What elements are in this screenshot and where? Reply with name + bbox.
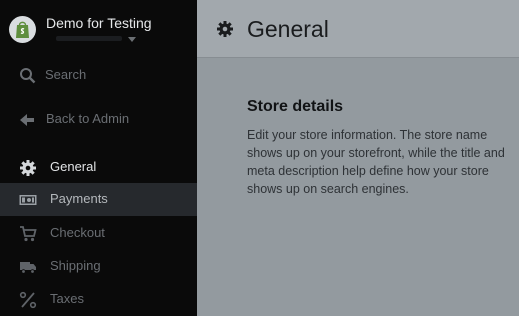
sidebar-item-label: Payments xyxy=(50,191,108,206)
sidebar-item-label: Back to Admin xyxy=(46,111,130,126)
main-content: General Store details Edit your store in… xyxy=(197,0,519,316)
sidebar-item-label: Shipping xyxy=(50,258,101,273)
truck-icon xyxy=(20,262,36,274)
section-description: Edit your store information. The store n… xyxy=(247,128,505,196)
store-switcher[interactable]: Demo for Testing xyxy=(8,8,193,48)
payments-icon xyxy=(19,195,37,205)
store-logo-avatar xyxy=(9,16,36,43)
gear-icon xyxy=(20,160,36,176)
page-title: General xyxy=(247,16,329,42)
sidebar-item-label: Taxes xyxy=(50,291,84,306)
search-icon xyxy=(20,68,36,84)
sidebar-item-label: Search xyxy=(45,67,87,82)
sidebar: Demo for Testing Search Back to Admin Ge… xyxy=(0,0,206,316)
section-title: Store details xyxy=(247,98,344,115)
cart-icon xyxy=(20,226,37,242)
sidebar-item-checkout[interactable]: Checkout xyxy=(0,217,206,250)
percent-icon xyxy=(19,291,37,309)
shopping-bag-icon xyxy=(16,21,29,38)
sidebar-item-payments[interactable]: Payments xyxy=(0,183,206,216)
page-header: General xyxy=(197,0,519,58)
sidebar-item-label: Checkout xyxy=(50,225,105,240)
store-name: Demo for Testing xyxy=(46,15,152,31)
sidebar-item-taxes[interactable]: Taxes xyxy=(0,283,206,316)
sidebar-item-search[interactable]: Search xyxy=(0,59,206,92)
sidebar-item-label: General xyxy=(50,159,97,174)
back-arrow-icon xyxy=(20,114,34,126)
sidebar-item-shipping[interactable]: Shipping xyxy=(0,250,206,283)
sidebar-item-general[interactable]: General xyxy=(0,151,206,184)
sidebar-item-back-to-admin[interactable]: Back to Admin xyxy=(0,103,206,136)
store-subtitle xyxy=(56,36,122,41)
chevron-down-icon[interactable] xyxy=(128,37,136,42)
gear-icon xyxy=(217,21,233,37)
